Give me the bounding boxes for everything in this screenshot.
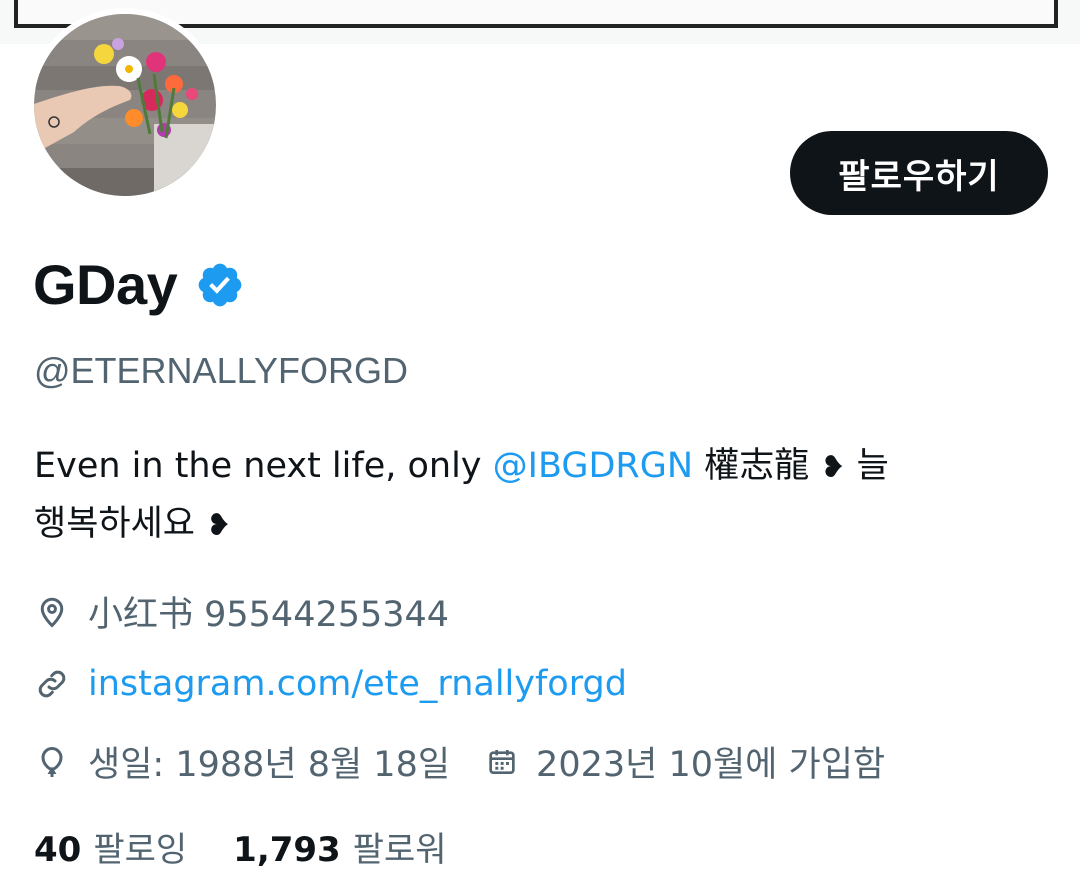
bio-mention-link[interactable]: @IBGDRGN — [493, 446, 693, 486]
link-icon — [38, 670, 66, 698]
birthday-joined-row: 생일: 1988년 8월 18일 2023년 10월에 가입함 — [34, 736, 885, 787]
followers-label: 팔로워 — [352, 830, 447, 870]
name-row: GDay — [33, 252, 245, 317]
calendar-icon — [489, 749, 515, 774]
bio-text: Even in the next life, only — [34, 446, 493, 486]
following-count: 40 — [34, 830, 82, 870]
followers-count: 1,793 — [233, 830, 341, 870]
following-label: 팔로잉 — [93, 830, 188, 870]
balloon-icon — [41, 746, 63, 777]
birthday-text: 생일: 1988년 8월 18일 — [88, 745, 451, 785]
bio-text: 權志龍 — [693, 446, 821, 486]
followers-link[interactable]: 1,793 팔로워 — [233, 822, 446, 871]
website-link[interactable]: instagram.com/ete_rnallyforgd — [88, 664, 627, 704]
heart-icon: ❥ — [820, 450, 846, 485]
bio-text: 행복하세요 — [34, 504, 207, 544]
follow-stats: 40 팔로잉 1,793 팔로워 — [34, 822, 447, 871]
location-row: 小红书 95544255344 — [34, 586, 449, 637]
profile-avatar[interactable] — [28, 8, 222, 202]
heart-icon: ❥ — [206, 508, 232, 543]
location-text: 小红书 95544255344 — [88, 595, 450, 635]
verified-badge-icon[interactable] — [195, 260, 245, 310]
profile-handle: @ETERNALLYFORGD — [34, 350, 408, 391]
avatar-image — [34, 14, 216, 196]
bio-text: 늘 — [845, 446, 889, 486]
follow-button[interactable]: 팔로우하기 — [790, 131, 1048, 215]
profile-bio: Even in the next life, only @IBGDRGN 權志龍… — [34, 438, 1034, 554]
display-name: GDay — [33, 253, 178, 316]
following-link[interactable]: 40 팔로잉 — [34, 822, 187, 871]
website-row: instagram.com/ete_rnallyforgd — [34, 664, 627, 704]
joined-text: 2023년 10월에 가입함 — [536, 745, 886, 785]
location-pin-icon — [40, 597, 64, 628]
